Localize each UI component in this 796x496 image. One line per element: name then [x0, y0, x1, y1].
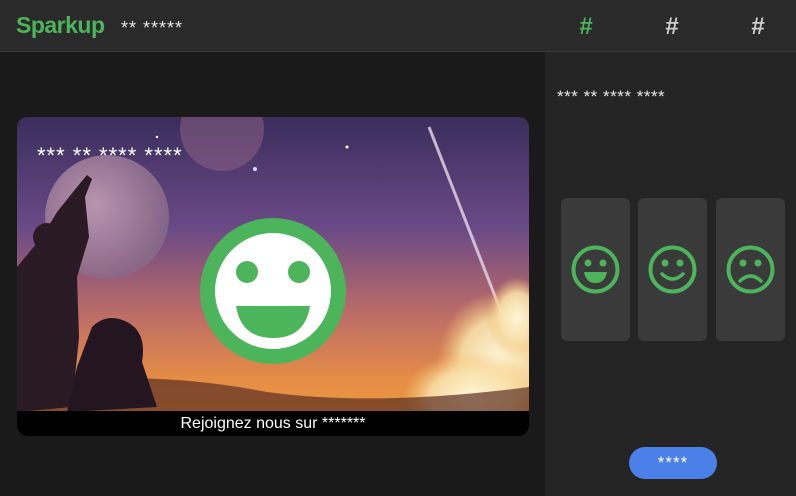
submit-button[interactable]: **** — [629, 447, 717, 479]
nav-hash-1-button[interactable]: # — [566, 12, 606, 42]
nav-hash-2-button[interactable]: # — [652, 12, 692, 42]
sparkup-logo: Sparkup — [16, 12, 105, 38]
mood-option-smile[interactable] — [638, 198, 707, 341]
mood-option-sad[interactable] — [716, 198, 785, 341]
smile-face-icon — [648, 245, 697, 294]
card-question-title: *** ** **** **** — [37, 143, 183, 168]
grin-face-icon — [571, 245, 620, 294]
sidebar-question-title: *** ** **** **** — [557, 87, 666, 106]
join-banner: Rejoignez nous sur ******* — [17, 411, 529, 436]
session-subtitle: ** ***** — [121, 18, 184, 38]
mood-option-grin[interactable] — [561, 198, 630, 341]
sad-face-icon — [726, 245, 775, 294]
happy-face-icon — [200, 218, 346, 364]
top-bar: Sparkup ** ***** # # # — [0, 0, 796, 52]
question-card: *** ** **** **** Rejoignez nous sur ****… — [17, 117, 529, 436]
nav-hash-3-button[interactable]: # — [738, 12, 778, 42]
